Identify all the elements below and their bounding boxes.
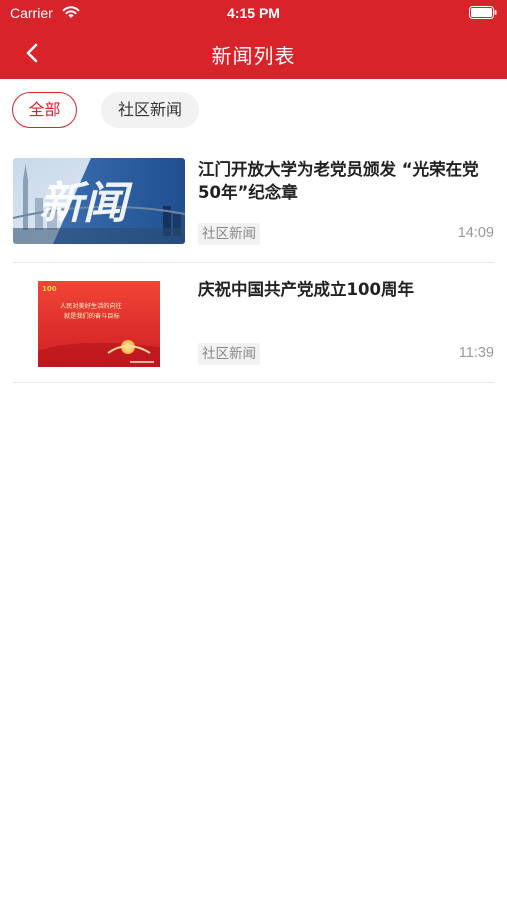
news-tag: 社区新闻 xyxy=(198,223,260,245)
battery-icon xyxy=(469,6,497,19)
filter-chip-all[interactable]: 全部 xyxy=(12,92,77,128)
filter-bar: 全部 社区新闻 xyxy=(0,79,507,143)
news-thumbnail: 新闻 xyxy=(13,158,185,244)
screen: Carrier 4:15 PM 新闻列表 全部 社区新闻 新闻 江门开放大学为老… xyxy=(0,0,507,900)
news-time: 14:09 xyxy=(457,225,494,241)
nav-bar: 新闻列表 xyxy=(0,28,507,79)
thumbnail-caption: 新闻 xyxy=(39,178,133,229)
news-title: 庆祝中国共产党成立100周年 xyxy=(198,280,414,299)
news-item[interactable]: 100 人民对美好生活的向往 就是我们的奋斗目标 庆祝中国共产党成立100周年 … xyxy=(0,263,507,383)
news-thumbnail: 100 人民对美好生活的向往 就是我们的奋斗目标 xyxy=(38,281,160,367)
news-list: 新闻 江门开放大学为老党员颁发 “光荣在党50年”纪念章 社区新闻 14:09 xyxy=(0,143,507,383)
thumbnail-caption-line2: 就是我们的奋斗目标 xyxy=(64,312,120,320)
filter-chip-community-news[interactable]: 社区新闻 xyxy=(101,92,199,128)
thumbnail-caption-line1: 人民对美好生活的向往 xyxy=(60,302,122,310)
news-tag: 社区新闻 xyxy=(198,343,260,365)
svg-text:100: 100 xyxy=(42,285,57,293)
status-bar: Carrier 4:15 PM xyxy=(0,0,507,28)
clock: 4:15 PM xyxy=(227,5,280,21)
page-title: 新闻列表 xyxy=(211,44,296,68)
header: Carrier 4:15 PM 新闻列表 xyxy=(0,0,507,79)
news-title: 江门开放大学为老党员颁发 “光荣在党50年”纪念章 xyxy=(198,160,479,202)
news-item[interactable]: 新闻 江门开放大学为老党员颁发 “光荣在党50年”纪念章 社区新闻 14:09 xyxy=(0,143,507,263)
divider xyxy=(13,382,494,383)
news-time: 11:39 xyxy=(458,345,494,361)
